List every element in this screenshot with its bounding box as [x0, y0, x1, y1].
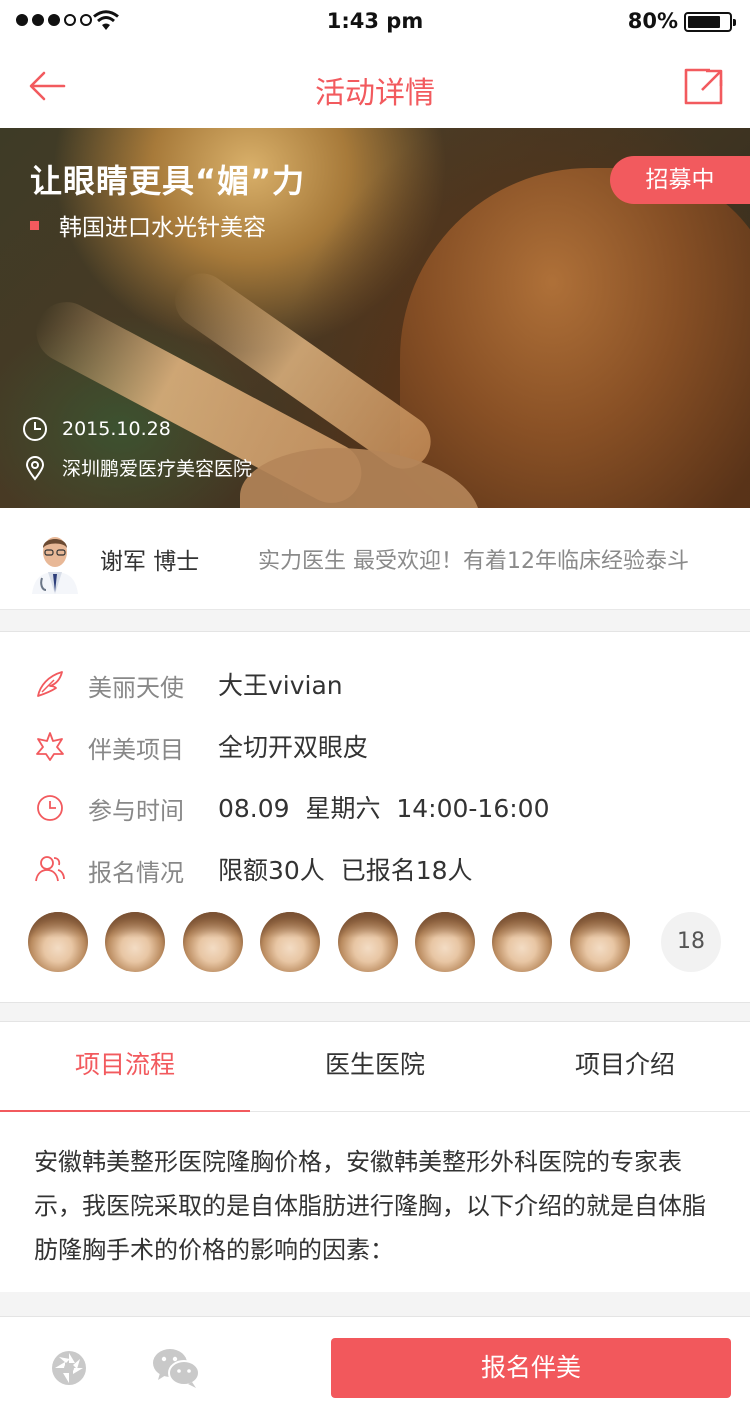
participant-avatar[interactable]	[569, 912, 630, 972]
info-label: 伴美项目	[88, 736, 184, 764]
battery-icon	[684, 12, 736, 32]
status-bar: 1:43 pm 80%	[0, 0, 750, 44]
status-badge: 招募中	[610, 156, 750, 204]
tab-doctor-hospital[interactable]: 医生医院	[250, 1022, 500, 1112]
share-external-icon[interactable]	[684, 68, 724, 106]
page-title: 活动详情	[315, 76, 435, 111]
info-row-time: 参与时间 08.09 星期六 14:00-16:00	[0, 787, 750, 827]
event-date-text: 2015.10.28	[62, 418, 171, 440]
participant-avatar[interactable]	[492, 912, 553, 972]
detail-tabs: 项目流程 医生医院 项目介绍	[0, 1022, 750, 1113]
info-label: 参与时间	[88, 797, 184, 825]
moments-icon[interactable]	[50, 1349, 88, 1387]
info-value: 限额30人 已报名18人	[218, 856, 473, 885]
participant-avatar[interactable]	[337, 912, 398, 972]
participant-count-badge[interactable]: 18	[661, 912, 721, 972]
hero-banner: 让眼睛更具“媚”力 韩国进口水光针美容 招募中 2015.10.28 深圳鹏爱医…	[0, 128, 750, 508]
hero-headline: 让眼睛更具“媚”力	[30, 162, 306, 200]
info-label: 美丽天使	[88, 674, 184, 702]
info-row-signup: 报名情况 限额30人 已报名18人	[0, 849, 750, 889]
info-value: 全切开双眼皮	[218, 733, 369, 762]
participant-avatar[interactable]	[260, 912, 321, 972]
doctor-row[interactable]: 谢军 博士 实力医生 最受欢迎！有着12年临床经验泰斗	[0, 508, 750, 610]
clock-icon	[37, 795, 63, 821]
activity-info: 美丽天使 大王vivian 伴美项目 全切开双眼皮 参与时间 08.09 星期六…	[0, 632, 750, 1002]
bottom-action-bar: 报名伴美	[0, 1316, 750, 1414]
tab-process[interactable]: 项目流程	[0, 1022, 250, 1113]
participant-avatar[interactable]	[28, 912, 88, 972]
info-label: 报名情况	[88, 859, 184, 887]
event-date: 2015.10.28	[22, 416, 171, 442]
doctor-name: 谢军 博士	[100, 549, 200, 575]
signup-button[interactable]: 报名伴美	[331, 1338, 731, 1398]
wechat-icon[interactable]	[152, 1347, 200, 1389]
participant-avatars	[28, 912, 647, 972]
hero-photo-hair	[400, 168, 750, 508]
doctor-description: 实力医生 最受欢迎！有着12年临床经验泰斗	[258, 549, 689, 574]
wing-icon	[37, 671, 63, 697]
participant-avatar[interactable]	[182, 912, 243, 972]
section-divider	[0, 610, 750, 632]
tab-project-intro[interactable]: 项目介绍	[500, 1022, 750, 1112]
hero-subtitle: 韩国进口水光针美容	[30, 208, 266, 242]
event-location-text: 深圳鹏爱医疗美容医院	[62, 458, 253, 480]
info-row-angel: 美丽天使 大王vivian	[0, 664, 750, 704]
star-burst-icon	[36, 732, 64, 761]
clock-icon	[23, 417, 47, 441]
location-pin-icon	[25, 455, 45, 481]
tab-content-text: 安徽韩美整形医院隆胸价格，安徽韩美整形外科医院的专家表示，我医院采取的是自体脂肪…	[0, 1112, 750, 1292]
section-divider	[0, 1002, 750, 1022]
info-row-project: 伴美项目 全切开双眼皮	[0, 726, 750, 766]
info-value: 08.09 星期六 14:00-16:00	[218, 794, 550, 823]
section-divider	[0, 1292, 750, 1316]
hero-subtitle-text: 韩国进口水光针美容	[59, 215, 266, 241]
participant-avatar[interactable]	[105, 912, 166, 972]
doctor-avatar	[28, 526, 82, 594]
subtitle-marker	[30, 220, 39, 230]
battery-percent: 80%	[627, 9, 678, 33]
info-value: 大王vivian	[218, 671, 343, 700]
event-location: 深圳鹏爱医疗美容医院	[22, 454, 252, 481]
nav-bar: 活动详情	[0, 44, 750, 128]
users-icon	[35, 856, 65, 882]
participant-avatar[interactable]	[414, 912, 475, 972]
